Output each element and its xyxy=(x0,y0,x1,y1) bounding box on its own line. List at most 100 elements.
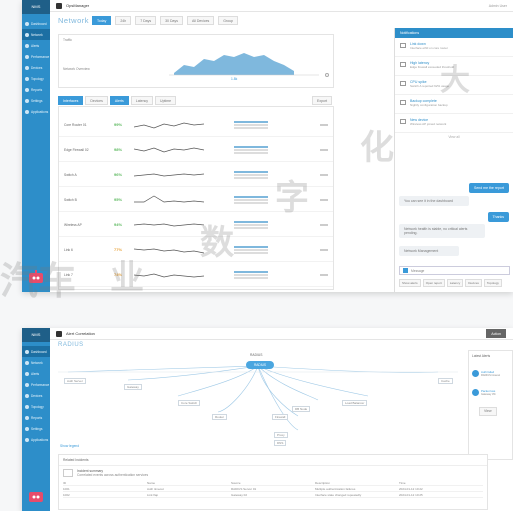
incident-icon xyxy=(63,469,73,477)
server-icon xyxy=(25,393,29,398)
table-row[interactable]: Switch B 95% xyxy=(59,188,333,212)
tab-alerts[interactable]: Alerts xyxy=(109,96,129,105)
topology-node[interactable]: Router xyxy=(212,414,228,420)
sidebar-item[interactable]: Reports xyxy=(22,412,50,423)
tab-interfaces[interactable]: Interfaces xyxy=(58,96,84,105)
export-button[interactable]: Export xyxy=(312,96,333,105)
filter-pill-1[interactable]: 24h xyxy=(115,16,132,25)
alert-item[interactable]: Auth failed RADIUS timeout xyxy=(469,367,512,380)
table-row[interactable]: Edge Firewall 02 98% xyxy=(59,138,333,162)
sidebar-item[interactable]: Applications xyxy=(22,106,50,117)
sidebar-item[interactable]: Performance xyxy=(22,51,50,62)
user-menu[interactable]: Admin User xyxy=(489,4,507,8)
row-menu-icon[interactable] xyxy=(320,173,328,176)
sidebar-item[interactable]: Dashboard xyxy=(22,18,50,29)
column-header[interactable]: Time xyxy=(399,481,483,485)
refresh-icon[interactable] xyxy=(325,73,329,77)
tab-latency[interactable]: Latency xyxy=(130,96,154,105)
view-all-link[interactable]: View all xyxy=(395,135,513,139)
topology-node[interactable]: Firewall xyxy=(272,414,289,420)
topology-node[interactable]: DNS xyxy=(274,440,287,446)
legend-link[interactable]: Show legend xyxy=(60,444,79,448)
sidebar-item[interactable]: Network xyxy=(22,357,50,368)
chart-icon xyxy=(25,54,29,59)
column-header[interactable]: Description xyxy=(315,481,399,485)
sidebar-item[interactable]: Performance xyxy=(22,379,50,390)
sidebar-item-label: Performance xyxy=(31,382,50,387)
row-menu-icon[interactable] xyxy=(320,198,328,201)
column-header[interactable]: ID xyxy=(63,481,147,485)
filter-pill-3[interactable]: 30 Days xyxy=(160,16,183,25)
quick-reply-button[interactable]: Topology xyxy=(483,279,502,287)
action-button[interactable]: Action xyxy=(486,329,506,338)
sidebar-item[interactable]: Network xyxy=(22,29,50,40)
row-menu-icon[interactable] xyxy=(320,148,328,151)
notification-item[interactable]: High latency Edge firewall exceeded thres… xyxy=(395,57,513,76)
topology-node[interactable]: Auth Server xyxy=(64,378,86,384)
filter-pill-2[interactable]: 7 Days xyxy=(135,16,157,25)
sidebar-item[interactable]: Devices xyxy=(22,390,50,401)
chat-input[interactable]: Message xyxy=(399,266,510,275)
detail-line xyxy=(234,245,268,248)
device-select[interactable]: All Devices xyxy=(186,16,215,25)
table-row[interactable]: Core Router 01 99% xyxy=(59,113,333,137)
notification-text: Link down Interface eth0 on core router xyxy=(410,42,448,50)
detail-line xyxy=(234,226,268,229)
table-cell: Interface state changed repeatedly xyxy=(315,492,362,497)
quick-reply-button[interactable]: Latency xyxy=(446,279,464,287)
quick-reply-button[interactable]: Devices xyxy=(465,279,482,287)
notification-text: High latency Edge firewall exceeded thres… xyxy=(410,61,454,69)
topology-node[interactable]: Cache xyxy=(438,378,453,384)
sidebar-item[interactable]: Devices xyxy=(22,62,50,73)
notification-item[interactable]: CPU spike Switch A reported 92% usage xyxy=(395,76,513,95)
table-row[interactable]: 1002 Link flap Gateway 02 Interface state c… xyxy=(63,492,483,498)
row-menu-icon[interactable] xyxy=(320,248,328,251)
sidebar-item-label: Reports xyxy=(31,415,43,420)
view-alerts-button[interactable]: View xyxy=(479,406,497,416)
table-row[interactable]: Wireless AP 94% xyxy=(59,213,333,237)
sidebar-item[interactable]: Reports xyxy=(22,84,50,95)
row-menu-icon[interactable] xyxy=(320,223,328,226)
sidebar-item[interactable]: Applications xyxy=(22,434,50,445)
filter-pill-0[interactable]: Today xyxy=(92,16,112,25)
sidebar-item[interactable]: Topology xyxy=(22,401,50,412)
sidebar-item[interactable]: Settings xyxy=(22,95,50,106)
send-icon[interactable] xyxy=(403,268,408,273)
sidebar-item[interactable]: Dashboard xyxy=(22,346,50,357)
group-select[interactable]: Group xyxy=(218,16,238,25)
table-row[interactable]: Switch A 96% xyxy=(59,163,333,187)
quick-reply-button[interactable]: Open report xyxy=(422,279,445,287)
column-header[interactable]: Name xyxy=(147,481,231,485)
tab-uptime[interactable]: Uptime xyxy=(155,96,177,105)
sidebar-item[interactable]: Settings xyxy=(22,423,50,434)
table-row[interactable]: Link 7 74% xyxy=(59,263,333,287)
topology-node[interactable]: DB Node xyxy=(292,406,311,412)
notification-item[interactable]: Backup complete Nightly configuration bac… xyxy=(395,95,513,114)
robot-icon[interactable] xyxy=(26,487,46,505)
quick-reply-button[interactable]: Show alerts xyxy=(399,279,421,287)
alert-item[interactable]: Packet loss Gateway 3% xyxy=(469,386,512,399)
sidebar-item[interactable]: Topology xyxy=(22,73,50,84)
tab-devices[interactable]: Devices xyxy=(85,96,108,105)
row-menu-icon[interactable] xyxy=(320,123,328,126)
row-menu-icon[interactable] xyxy=(320,273,328,276)
table-row[interactable]: Link 6 77% xyxy=(59,238,333,262)
topology-node[interactable]: Proxy xyxy=(274,432,288,438)
incidents-title: Related Incidents xyxy=(59,455,487,466)
notification-item[interactable]: New device Wireless AP joined network xyxy=(395,114,513,133)
sidebar-item[interactable]: Alerts xyxy=(22,368,50,379)
robot-icon[interactable] xyxy=(26,268,46,286)
topology-node[interactable]: Gateway xyxy=(124,384,142,390)
table-cell: Link flap xyxy=(147,492,159,497)
detail-line xyxy=(234,126,268,129)
topology-node[interactable]: Load Balancer xyxy=(342,400,368,406)
sidebar-item-label: Alerts xyxy=(31,371,40,376)
sidebar-item-label: Devices xyxy=(31,65,43,70)
notification-item[interactable]: Link down Interface eth0 on core router xyxy=(395,38,513,57)
row-details xyxy=(234,220,268,229)
sidebar-item[interactable]: Alerts xyxy=(22,40,50,51)
root-node[interactable]: RADIUS xyxy=(246,361,274,369)
column-header[interactable]: Source xyxy=(231,481,315,485)
chat-attachment[interactable]: Network Management xyxy=(399,246,459,256)
topology-node[interactable]: Core Switch xyxy=(178,400,201,406)
